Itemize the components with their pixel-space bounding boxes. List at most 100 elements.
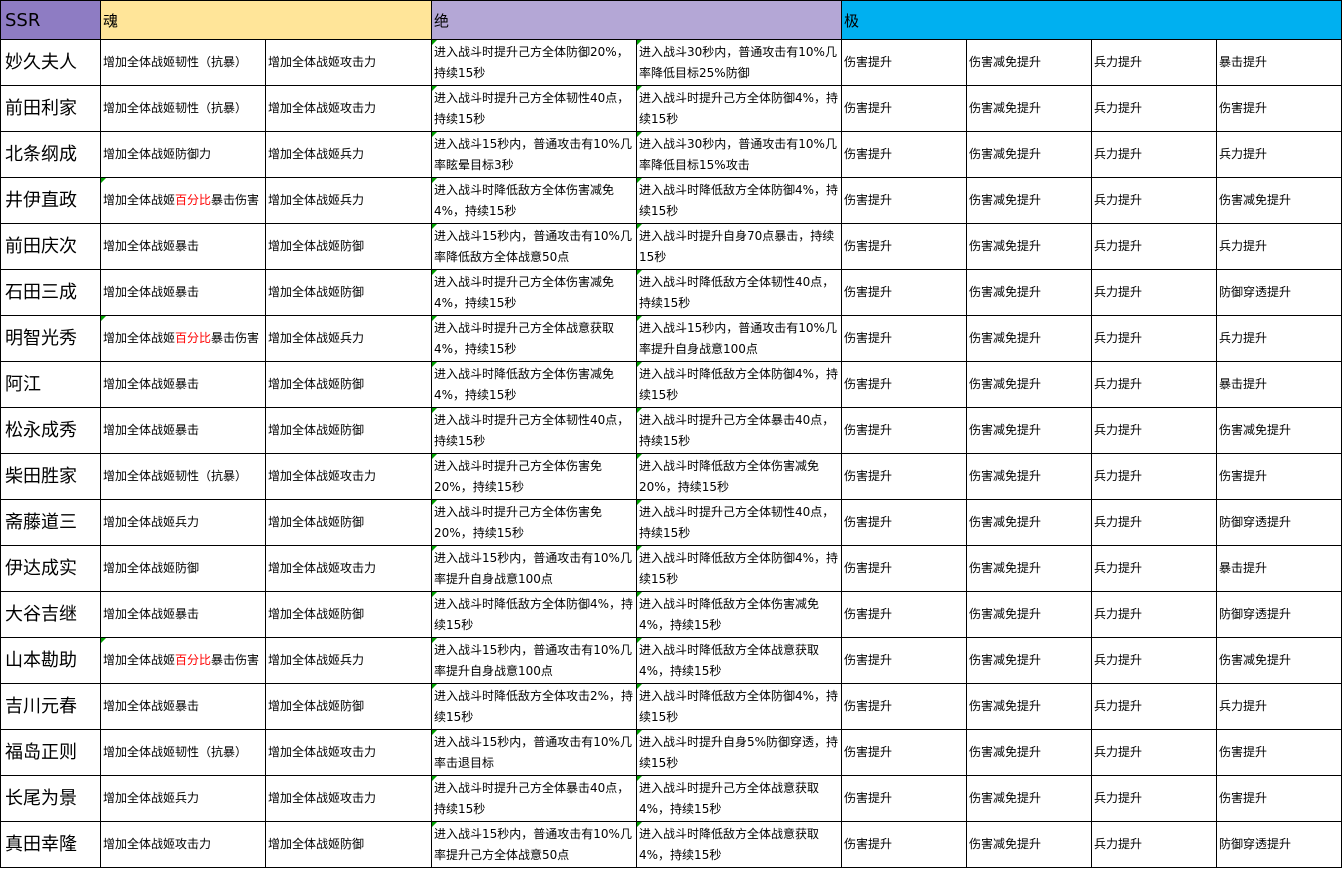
character-name: 伊达成实 bbox=[0, 545, 101, 592]
ji-skill-2: 伤害减免提升 bbox=[966, 269, 1093, 316]
hun-skill-2: 增加全体战姬防御 bbox=[264, 499, 433, 546]
ji-skill-4: 兵力提升 bbox=[1216, 315, 1343, 362]
jue-skill-2: 进入战斗时提升己方全体韧性40点，持续15秒 bbox=[636, 499, 843, 546]
ji-skill-3: 兵力提升 bbox=[1091, 545, 1218, 592]
jue-skill-2: 进入战斗时降低敌方全体韧性40点，持续15秒 bbox=[636, 269, 843, 316]
ji-skill-3: 兵力提升 bbox=[1091, 821, 1218, 868]
ji-skill-2: 伤害减免提升 bbox=[966, 729, 1093, 776]
table-row: 妙久夫人 增加全体战姬韧性（抗暴） 增加全体战姬攻击力 进入战斗时提升己方全体防御20… bbox=[0, 39, 1343, 86]
jue-skill-2: 进入战斗时降低敌方全体防御4%，持续15秒 bbox=[636, 683, 843, 730]
ji-skill-2: 伤害减免提升 bbox=[966, 223, 1093, 270]
ji-skill-1: 伤害提升 bbox=[841, 683, 968, 730]
hun-skill-1: 增加全体战姬防御力 bbox=[100, 131, 266, 178]
hun-skill-2: 增加全体战姬防御 bbox=[264, 821, 433, 868]
character-name: 明智光秀 bbox=[0, 315, 101, 362]
header-ssr: SSR bbox=[0, 0, 101, 40]
ji-skill-3: 兵力提升 bbox=[1091, 85, 1218, 132]
ji-skill-1: 伤害提升 bbox=[841, 453, 968, 500]
jue-skill-2: 进入战斗时提升自身70点暴击，持续15秒 bbox=[636, 223, 843, 270]
jue-skill-2: 进入战斗时提升己方全体暴击40点，持续15秒 bbox=[636, 407, 843, 454]
hun-skill-1: 增加全体战姬攻击力 bbox=[100, 821, 266, 868]
ji-skill-3: 兵力提升 bbox=[1091, 269, 1218, 316]
ji-skill-1: 伤害提升 bbox=[841, 591, 968, 638]
jue-skill-2: 进入战斗时降低敌方全体战意获取4%，持续15秒 bbox=[636, 821, 843, 868]
skill-text: 增加全体战姬 bbox=[103, 653, 176, 667]
ji-skill-2: 伤害减免提升 bbox=[966, 683, 1093, 730]
hun-skill-2: 增加全体战姬攻击力 bbox=[264, 775, 433, 822]
ji-skill-2: 伤害减免提升 bbox=[966, 453, 1093, 500]
ji-skill-1: 伤害提升 bbox=[841, 729, 968, 776]
ji-skill-3: 兵力提升 bbox=[1091, 775, 1218, 822]
jue-skill-1: 进入战斗时提升己方全体韧性40点，持续15秒 bbox=[431, 407, 638, 454]
ji-skill-4: 兵力提升 bbox=[1216, 683, 1343, 730]
jue-skill-2: 进入战斗时提升己方全体战意获取4%，持续15秒 bbox=[636, 775, 843, 822]
character-name: 柴田胜家 bbox=[0, 453, 101, 500]
hun-skill-1: 增加全体战姬防御 bbox=[100, 545, 266, 592]
jue-skill-2: 进入战斗30秒内，普通攻击有10%几率降低目标25%防御 bbox=[636, 39, 843, 86]
hun-skill-2: 增加全体战姬攻击力 bbox=[264, 545, 433, 592]
table-row: 井伊直政 增加全体战姬百分比暴击伤害 增加全体战姬兵力 进入战斗时降低敌方全体伤害减免… bbox=[0, 177, 1343, 224]
table-row: 阿江 增加全体战姬暴击 增加全体战姬防御 进入战斗时降低敌方全体伤害减免4%，持续15… bbox=[0, 361, 1343, 408]
ji-skill-4: 暴击提升 bbox=[1216, 361, 1343, 408]
ji-skill-1: 伤害提升 bbox=[841, 637, 968, 684]
hun-skill-2: 增加全体战姬兵力 bbox=[264, 131, 433, 178]
hun-skill-1: 增加全体战姬韧性（抗暴） bbox=[100, 729, 266, 776]
hun-skill-1: 增加全体战姬百分比暴击伤害 bbox=[100, 315, 266, 362]
hun-skill-1: 增加全体战姬暴击 bbox=[100, 223, 266, 270]
ji-skill-2: 伤害减免提升 bbox=[966, 591, 1093, 638]
character-name: 斋藤道三 bbox=[0, 499, 101, 546]
ji-skill-4: 伤害提升 bbox=[1216, 729, 1343, 776]
table-row: 大谷吉继 增加全体战姬暴击 增加全体战姬防御 进入战斗时降低敌方全体防御4%，持续15… bbox=[0, 591, 1343, 638]
character-name: 福岛正则 bbox=[0, 729, 101, 776]
ji-skill-4: 伤害减免提升 bbox=[1216, 637, 1343, 684]
ji-skill-1: 伤害提升 bbox=[841, 775, 968, 822]
hun-skill-1: 增加全体战姬百分比暴击伤害 bbox=[100, 637, 266, 684]
jue-skill-1: 进入战斗15秒内，普通攻击有10%几率击退目标 bbox=[431, 729, 638, 776]
ji-skill-1: 伤害提升 bbox=[841, 131, 968, 178]
character-name: 真田幸隆 bbox=[0, 821, 101, 868]
hun-skill-1: 增加全体战姬百分比暴击伤害 bbox=[100, 177, 266, 224]
jue-skill-2: 进入战斗30秒内，普通攻击有10%几率降低目标15%攻击 bbox=[636, 131, 843, 178]
hun-skill-1: 增加全体战姬兵力 bbox=[100, 775, 266, 822]
jue-skill-1: 进入战斗时提升己方全体伤害免20%，持续15秒 bbox=[431, 499, 638, 546]
character-name: 长尾为景 bbox=[0, 775, 101, 822]
ji-skill-1: 伤害提升 bbox=[841, 499, 968, 546]
ji-skill-4: 暴击提升 bbox=[1216, 39, 1343, 86]
skill-text: 暴击伤害 bbox=[211, 331, 260, 345]
jue-skill-1: 进入战斗15秒内，普通攻击有10%几率眩晕目标3秒 bbox=[431, 131, 638, 178]
ji-skill-2: 伤害减免提升 bbox=[966, 361, 1093, 408]
hun-skill-1: 增加全体战姬暴击 bbox=[100, 683, 266, 730]
character-name: 前田利家 bbox=[0, 85, 101, 132]
ji-skill-4: 伤害减免提升 bbox=[1216, 177, 1343, 224]
character-name: 山本勘助 bbox=[0, 637, 101, 684]
ji-skill-4: 防御穿透提升 bbox=[1216, 591, 1343, 638]
ji-skill-2: 伤害减免提升 bbox=[966, 131, 1093, 178]
ji-skill-3: 兵力提升 bbox=[1091, 729, 1218, 776]
header-jue: 绝 bbox=[431, 0, 843, 40]
hun-skill-2: 增加全体战姬攻击力 bbox=[264, 85, 433, 132]
jue-skill-2: 进入战斗时提升己方全体防御4%，持续15秒 bbox=[636, 85, 843, 132]
jue-skill-1: 进入战斗时提升己方全体暴击40点，持续15秒 bbox=[431, 775, 638, 822]
hun-skill-2: 增加全体战姬防御 bbox=[264, 361, 433, 408]
hun-skill-1: 增加全体战姬暴击 bbox=[100, 361, 266, 408]
ji-skill-3: 兵力提升 bbox=[1091, 407, 1218, 454]
ji-skill-1: 伤害提升 bbox=[841, 545, 968, 592]
hun-skill-2: 增加全体战姬攻击力 bbox=[264, 39, 433, 86]
hun-skill-2: 增加全体战姬兵力 bbox=[264, 177, 433, 224]
ji-skill-3: 兵力提升 bbox=[1091, 591, 1218, 638]
ji-skill-4: 兵力提升 bbox=[1216, 131, 1343, 178]
hun-skill-1: 增加全体战姬韧性（抗暴） bbox=[100, 85, 266, 132]
ji-skill-3: 兵力提升 bbox=[1091, 453, 1218, 500]
jue-skill-1: 进入战斗15秒内，普通攻击有10%几率提升自身战意100点 bbox=[431, 637, 638, 684]
ji-skill-1: 伤害提升 bbox=[841, 39, 968, 86]
ji-skill-2: 伤害减免提升 bbox=[966, 821, 1093, 868]
ji-skill-2: 伤害减免提升 bbox=[966, 775, 1093, 822]
table-row: 石田三成 增加全体战姬暴击 增加全体战姬防御 进入战斗时提升己方全体伤害减免4%，持续… bbox=[0, 269, 1343, 316]
jue-skill-1: 进入战斗时降低敌方全体攻击2%，持续15秒 bbox=[431, 683, 638, 730]
ji-skill-1: 伤害提升 bbox=[841, 223, 968, 270]
table-row: 前田利家 增加全体战姬韧性（抗暴） 增加全体战姬攻击力 进入战斗时提升己方全体韧性40… bbox=[0, 85, 1343, 132]
ji-skill-1: 伤害提升 bbox=[841, 821, 968, 868]
hun-skill-2: 增加全体战姬兵力 bbox=[264, 315, 433, 362]
skill-text: 暴击伤害 bbox=[211, 653, 260, 667]
jue-skill-1: 进入战斗时提升己方全体战意获取4%，持续15秒 bbox=[431, 315, 638, 362]
